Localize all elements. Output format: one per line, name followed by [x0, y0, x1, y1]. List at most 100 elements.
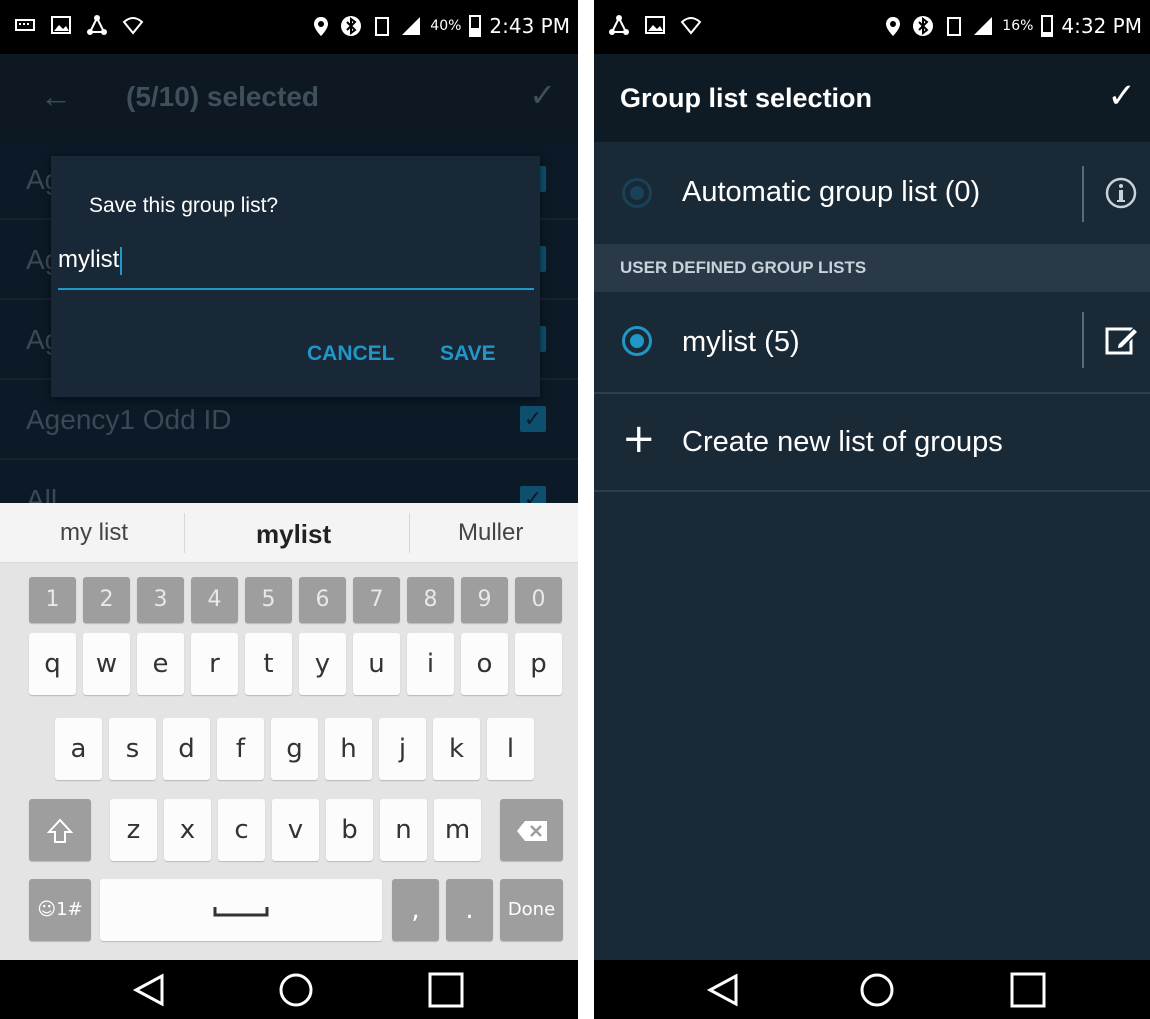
- info-icon[interactable]: [1104, 176, 1138, 210]
- battery-icon: [469, 15, 482, 37]
- edit-icon[interactable]: [1104, 324, 1140, 358]
- shift-icon: [46, 818, 74, 843]
- automatic-group-list-option[interactable]: Automatic group list (0): [594, 142, 1150, 244]
- number-key[interactable]: 1: [29, 577, 76, 623]
- battery-percent: 16%: [1002, 18, 1034, 34]
- list-name-input[interactable]: mylist: [58, 238, 534, 290]
- letter-key[interactable]: m: [434, 799, 481, 861]
- confirm-check-icon[interactable]: ✓: [529, 76, 556, 114]
- back-arrow-icon[interactable]: ←: [40, 78, 72, 115]
- clock: 4:32 PM: [1061, 14, 1142, 38]
- mylist-option[interactable]: mylist (5): [594, 292, 1150, 392]
- number-key[interactable]: 8: [407, 577, 454, 623]
- letter-key[interactable]: i: [407, 633, 454, 695]
- divider: [1082, 312, 1084, 368]
- letter-key[interactable]: z: [110, 799, 157, 861]
- letter-key[interactable]: q: [29, 633, 76, 695]
- shift-key[interactable]: [29, 799, 91, 861]
- back-nav-icon[interactable]: [704, 972, 744, 1008]
- bluetooth-icon: [341, 16, 362, 36]
- period-key[interactable]: .: [446, 879, 493, 941]
- backspace-icon: [516, 820, 547, 841]
- home-nav-icon[interactable]: [857, 972, 897, 1008]
- letter-key[interactable]: p: [515, 633, 562, 695]
- suggestion-strip: my list mylist Muller: [0, 503, 578, 563]
- letter-key[interactable]: y: [299, 633, 346, 695]
- recents-nav-icon[interactable]: [426, 972, 466, 1008]
- radio-button[interactable]: [622, 178, 652, 208]
- image-icon: [51, 16, 71, 34]
- right-phone-screen: 16% 4:32 PM Group list selection ✓ Autom…: [594, 0, 1150, 1019]
- save-button[interactable]: SAVE: [440, 342, 496, 366]
- symbols-key[interactable]: ☺1#: [29, 879, 91, 941]
- checkbox[interactable]: ✓: [520, 406, 546, 432]
- vibrate-icon: [375, 17, 390, 36]
- recents-nav-icon[interactable]: [1008, 972, 1048, 1008]
- letter-key[interactable]: c: [218, 799, 265, 861]
- space-bar[interactable]: [100, 879, 382, 941]
- letter-key[interactable]: a: [55, 718, 102, 780]
- letter-key[interactable]: s: [109, 718, 156, 780]
- number-key[interactable]: 3: [137, 577, 184, 623]
- suggestion-item[interactable]: Muller: [458, 519, 523, 547]
- letter-key[interactable]: l: [487, 718, 534, 780]
- location-icon: [886, 17, 901, 36]
- letter-key[interactable]: k: [433, 718, 480, 780]
- battery-percent: 40%: [430, 18, 462, 34]
- navigation-bar: [0, 960, 578, 1019]
- number-key[interactable]: 5: [245, 577, 292, 623]
- letter-key[interactable]: h: [325, 718, 372, 780]
- comma-key[interactable]: ,: [392, 879, 439, 941]
- divider: [409, 513, 410, 553]
- option-label: mylist (5): [682, 326, 800, 358]
- signal-icon: [974, 17, 993, 35]
- on-screen-keyboard: 1 2 3 4 5 6 7 8 9 0 q w e r t y u i o p a s d f g h j k l z x c v b n m ☺1#,…: [0, 563, 578, 960]
- signal-icon: [402, 17, 421, 35]
- dialog-title: Save this group list?: [89, 194, 279, 217]
- suggestion-item-primary[interactable]: mylist: [256, 519, 331, 550]
- action-bar: ← (5/10) selected ✓: [0, 54, 578, 142]
- action-bar: Group list selection ✓: [594, 54, 1150, 142]
- backspace-key[interactable]: [500, 799, 563, 861]
- letter-key[interactable]: f: [217, 718, 264, 780]
- letter-key[interactable]: t: [245, 633, 292, 695]
- network-share-icon: [609, 15, 629, 35]
- clock: 2:43 PM: [489, 14, 570, 38]
- done-key[interactable]: Done: [500, 879, 563, 941]
- radio-button-selected[interactable]: [622, 326, 652, 356]
- home-nav-icon[interactable]: [276, 972, 316, 1008]
- create-label: Create new list of groups: [682, 426, 1003, 458]
- number-key[interactable]: 6: [299, 577, 346, 623]
- status-bar: 40% 2:43 PM: [0, 0, 578, 54]
- back-nav-icon[interactable]: [130, 972, 170, 1008]
- wifi-icon: [680, 17, 702, 35]
- divider: [184, 513, 185, 553]
- letter-key[interactable]: w: [83, 633, 130, 695]
- keyboard-icon: [15, 19, 35, 31]
- network-share-icon: [87, 15, 107, 35]
- letter-key[interactable]: x: [164, 799, 211, 861]
- cancel-button[interactable]: CANCEL: [307, 342, 395, 366]
- confirm-check-icon[interactable]: ✓: [1108, 76, 1137, 116]
- letter-key[interactable]: e: [137, 633, 184, 695]
- location-icon: [314, 17, 329, 36]
- number-key[interactable]: 4: [191, 577, 238, 623]
- letter-key[interactable]: n: [380, 799, 427, 861]
- number-key[interactable]: 7: [353, 577, 400, 623]
- number-key[interactable]: 9: [461, 577, 508, 623]
- letter-key[interactable]: u: [353, 633, 400, 695]
- number-key[interactable]: 0: [515, 577, 562, 623]
- letter-key[interactable]: v: [272, 799, 319, 861]
- letter-key[interactable]: j: [379, 718, 426, 780]
- letter-key[interactable]: o: [461, 633, 508, 695]
- letter-key[interactable]: d: [163, 718, 210, 780]
- bluetooth-icon: [913, 16, 934, 36]
- letter-key[interactable]: r: [191, 633, 238, 695]
- divider: [1082, 166, 1084, 222]
- letter-key[interactable]: g: [271, 718, 318, 780]
- number-key[interactable]: 2: [83, 577, 130, 623]
- create-new-list-button[interactable]: + Create new list of groups: [594, 394, 1150, 490]
- suggestion-item[interactable]: my list: [60, 519, 128, 547]
- navigation-bar: [594, 960, 1150, 1019]
- letter-key[interactable]: b: [326, 799, 373, 861]
